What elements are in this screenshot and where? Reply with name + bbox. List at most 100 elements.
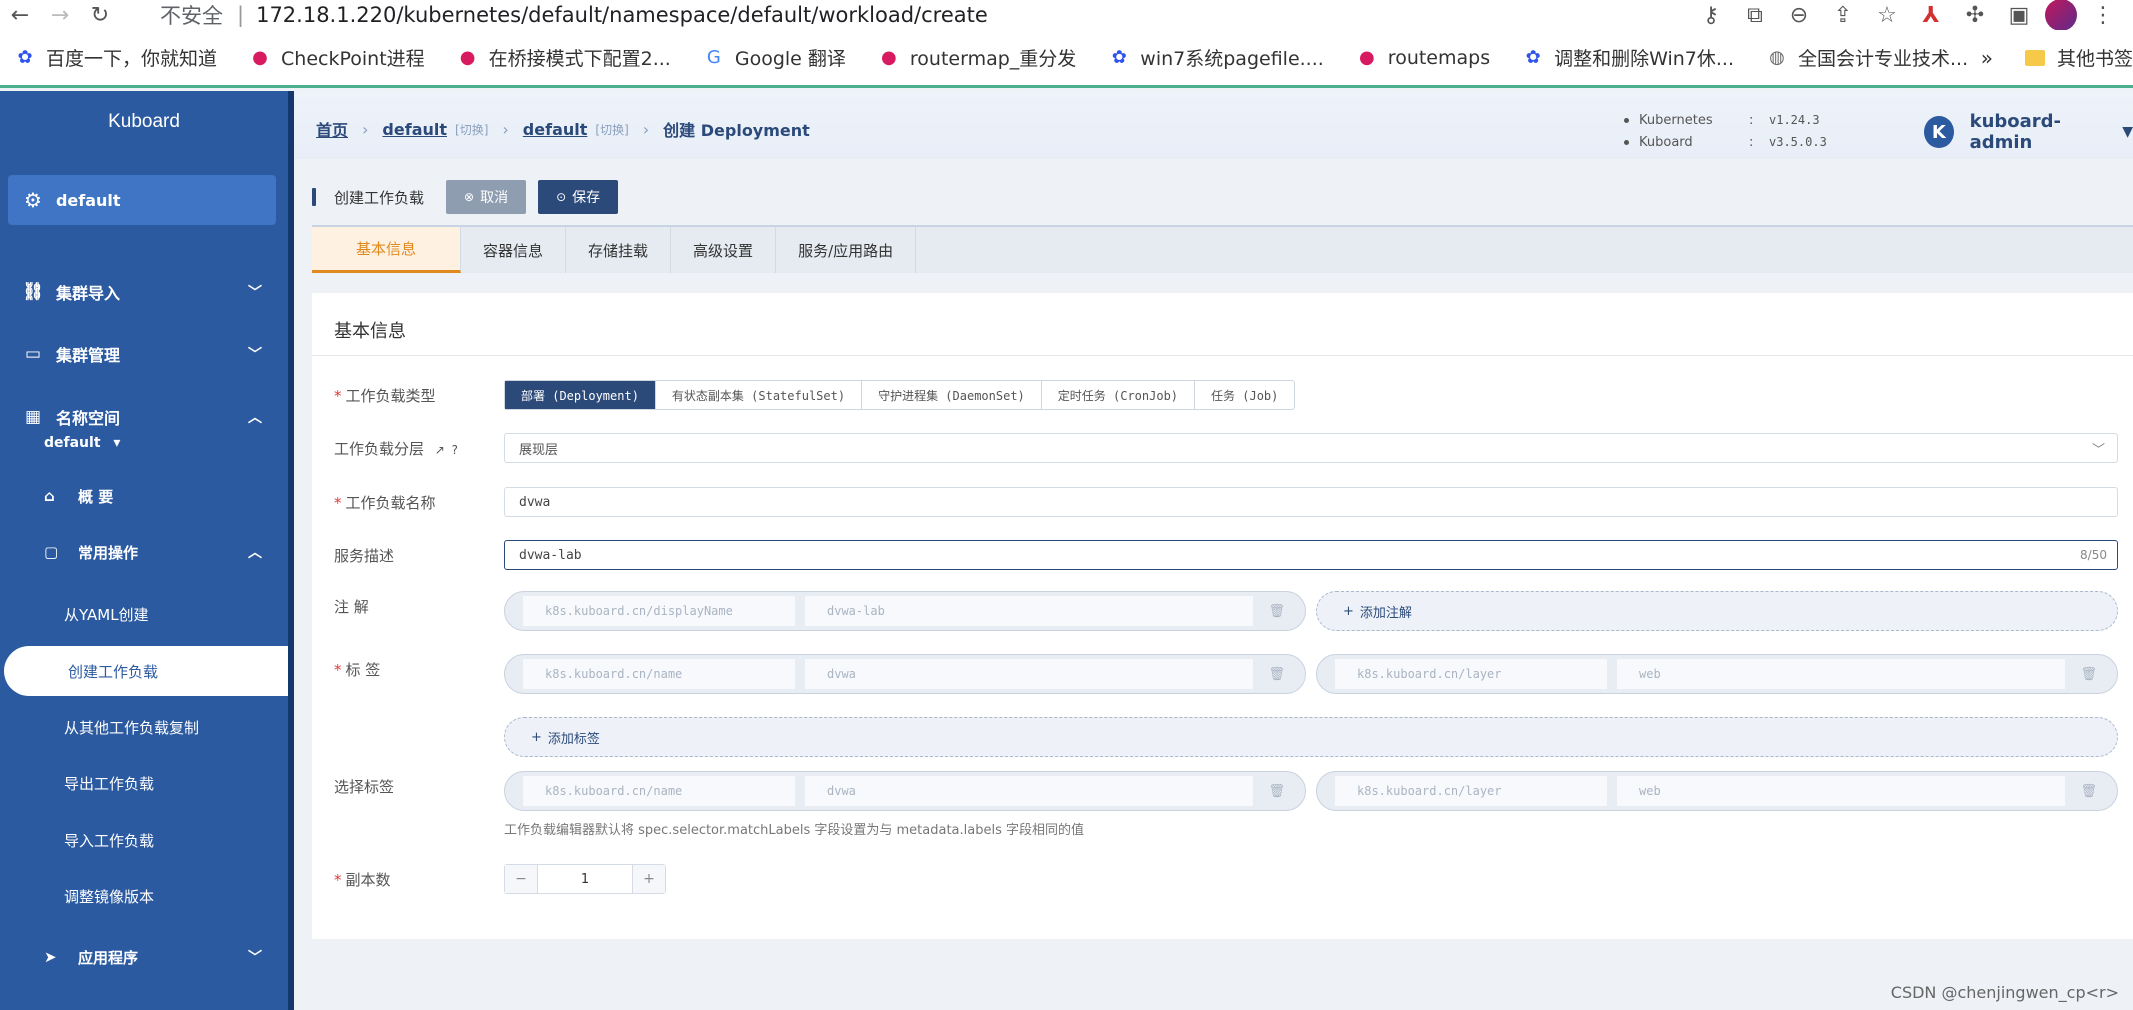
gear-icon: ⚙ (24, 188, 42, 212)
sidebar-item-from-yaml[interactable]: 从YAML创建 (0, 589, 288, 639)
namespace-switch-link[interactable]: [切换] (595, 121, 628, 138)
browser-address-bar: ← → ↻ 不安全 | 172.18.1.220/kubernetes/defa… (0, 0, 2133, 31)
selector-key-input[interactable]: k8s.kuboard.cn/layer (1335, 776, 1607, 806)
help-icon[interactable]: ? (452, 443, 458, 457)
translate-icon[interactable]: ⧉ (1737, 0, 1773, 30)
sidebar-item-import-workload[interactable]: 导入工作负载 (0, 815, 288, 865)
sidebar-item-copy-workload[interactable]: 从其他工作负载复制 (0, 702, 288, 752)
breadcrumb-namespace[interactable]: default (523, 120, 588, 139)
breadcrumb: 首页 › default [切换] › default [切换] › 创建 De… (316, 117, 810, 141)
menu-dots-icon[interactable]: ⋮ (2085, 0, 2121, 30)
external-link-icon[interactable]: ↗ (435, 443, 445, 457)
dot-icon: ● (252, 47, 268, 68)
labels-label: * 标 签 (334, 661, 381, 679)
bookmark-item[interactable]: ● routemaps (1356, 47, 1490, 69)
plus-icon: + (1343, 603, 1354, 619)
sidebar-item-cluster-import[interactable]: ⛓ 集群导入 ﹀ (0, 267, 288, 317)
dot-icon: ● (1358, 47, 1375, 68)
bookmark-item[interactable]: ● 在桥接模式下配置2... (457, 44, 671, 71)
sidebar-item-common-ops[interactable]: ▢ 常用操作 ︿ (0, 527, 288, 577)
caret-down-icon: ▾ (113, 435, 121, 451)
tab-container-info[interactable]: 容器信息 (461, 227, 567, 273)
bookmarks-more-chevron[interactable]: » (1981, 46, 1993, 70)
top-header: 首页 › default [切换] › default [切换] › 创建 De… (294, 91, 2133, 159)
bookmark-item[interactable]: ● CheckPoint进程 (249, 44, 424, 71)
breadcrumb-home[interactable]: 首页 (316, 117, 348, 141)
type-statefulset-button[interactable]: 有状态副本集 (StatefulSet) (656, 381, 863, 409)
check-circle-icon: ⊙ (556, 190, 567, 204)
namespace-badge[interactable]: ⚙ default (8, 175, 276, 225)
insecure-warning[interactable]: 不安全 (160, 0, 223, 30)
breadcrumb-cluster[interactable]: default (382, 120, 447, 139)
reload-icon[interactable]: ↻ (80, 0, 120, 30)
type-job-button[interactable]: 任务 (Job) (1195, 381, 1294, 409)
forward-arrow-icon[interactable]: → (40, 0, 80, 30)
back-arrow-icon[interactable]: ← (0, 0, 40, 30)
selector-value-input[interactable]: dvwa (805, 776, 1253, 806)
sidebar-item-adjust-image[interactable]: 调整镜像版本 (0, 871, 288, 921)
bookmark-item[interactable]: G Google 翻译 (703, 44, 846, 71)
type-deployment-button[interactable]: 部署 (Deployment) (505, 381, 656, 409)
replicas-input[interactable]: 1 (537, 865, 633, 893)
layer-select[interactable]: 展现层 ﹀ (504, 433, 2118, 463)
trash-icon[interactable]: 🗑 (2080, 784, 2097, 799)
trash-icon[interactable]: 🗑 (1268, 784, 1285, 799)
bookmark-item[interactable]: ✿ 调整和删除Win7休... (1522, 44, 1734, 71)
sidebar-item-overview[interactable]: ⌂ 概 要 (0, 471, 288, 521)
selector-key-input[interactable]: k8s.kuboard.cn/name (523, 776, 795, 806)
bookmark-item[interactable]: ● routermap_重分发 (878, 44, 1076, 71)
sidebar-item-cluster-manage[interactable]: ▭ 集群管理 ﹀ (0, 329, 288, 379)
tab-basic-info[interactable]: 基本信息 (312, 227, 462, 273)
sidebar-item-export-workload[interactable]: 导出工作负载 (0, 758, 288, 808)
tab-advanced[interactable]: 高级设置 (671, 227, 777, 273)
label-row: k8s.kuboard.cn/layer web 🗑 (1316, 654, 2118, 694)
annotation-key-input[interactable]: k8s.kuboard.cn/displayName (523, 596, 795, 626)
decrement-button[interactable]: − (505, 865, 537, 893)
sidepanel-icon[interactable]: ▣ (2001, 0, 2037, 30)
cluster-switch-link[interactable]: [切换] (455, 121, 488, 138)
zoom-icon[interactable]: ⊖ (1781, 0, 1817, 30)
star-icon[interactable]: ☆ (1869, 0, 1905, 30)
section-title: 基本信息 (334, 321, 406, 342)
url-text[interactable]: 172.18.1.220/kubernetes/default/namespac… (256, 3, 988, 27)
tab-storage[interactable]: 存储挂载 (566, 227, 672, 273)
add-annotation-button[interactable]: + 添加注解 (1316, 591, 2118, 631)
cancel-button[interactable]: ⊗ 取消 (446, 180, 527, 214)
trash-icon[interactable]: 🗑 (2080, 667, 2097, 682)
sidebar-item-create-workload[interactable]: 创建工作负载 (4, 646, 288, 696)
type-daemonset-button[interactable]: 守护进程集 (DaemonSet) (862, 381, 1042, 409)
save-button[interactable]: ⊙ 保存 (538, 180, 619, 214)
increment-button[interactable]: + (633, 865, 665, 893)
bookmark-item[interactable]: ✿ 百度一下，你就知道 (14, 44, 217, 71)
pdf-extension-icon[interactable]: ⅄ (1913, 0, 1949, 30)
selector-value-input[interactable]: web (1617, 776, 2065, 806)
label-key-input[interactable]: k8s.kuboard.cn/name (523, 659, 795, 689)
bookmarks-bar: ✿ 百度一下，你就知道 ● CheckPoint进程 ● 在桥接模式下配置2... G… (0, 30, 2133, 88)
tab-service-routing[interactable]: 服务/应用路由 (776, 227, 917, 273)
selector-hint: 工作负载编辑器默认将 spec.selector.matchLabels 字段设… (504, 823, 1085, 838)
add-label-button[interactable]: + 添加标签 (504, 717, 2118, 757)
key-icon[interactable]: ⚷ (1693, 0, 1729, 30)
label-key-input[interactable]: k8s.kuboard.cn/layer (1335, 659, 1607, 689)
extensions-puzzle-icon[interactable]: ✣ (1957, 0, 1993, 30)
desc-label: 服务描述 (334, 547, 395, 565)
sidebar-item-apps[interactable]: ➤ 应用程序 ﹀ (0, 932, 288, 982)
annotation-value-input[interactable]: dvwa-lab (805, 596, 1253, 626)
other-bookmarks-folder[interactable]: 其他书签 (2024, 44, 2133, 71)
share-icon[interactable]: ⇪ (1825, 0, 1861, 30)
bookmark-item[interactable]: ✿ win7系统pagefile.... (1108, 44, 1324, 71)
namespace-select[interactable]: default ▾ (44, 435, 120, 451)
label-value-input[interactable]: web (1617, 659, 2065, 689)
workload-name-input[interactable]: dvwa (504, 487, 2118, 517)
url-field[interactable]: 不安全 | 172.18.1.220/kubernetes/default/na… (160, 0, 988, 30)
bookmark-item[interactable]: ◍ 全国会计专业技术... (1766, 44, 1968, 71)
profile-avatar[interactable] (2045, 0, 2077, 31)
baidu-paw-icon: ✿ (1525, 47, 1541, 68)
trash-icon[interactable]: 🗑 (1268, 604, 1285, 619)
user-menu[interactable]: K kuboard-admin ▼ (1924, 111, 2133, 153)
type-cronjob-button[interactable]: 定时任务 (CronJob) (1042, 381, 1196, 409)
service-desc-input[interactable]: dvwa-lab 8/50 (504, 540, 2118, 570)
label-value-input[interactable]: dvwa (805, 659, 1253, 689)
trash-icon[interactable]: 🗑 (1268, 667, 1285, 682)
name-label: * 工作负载名称 (334, 494, 436, 512)
